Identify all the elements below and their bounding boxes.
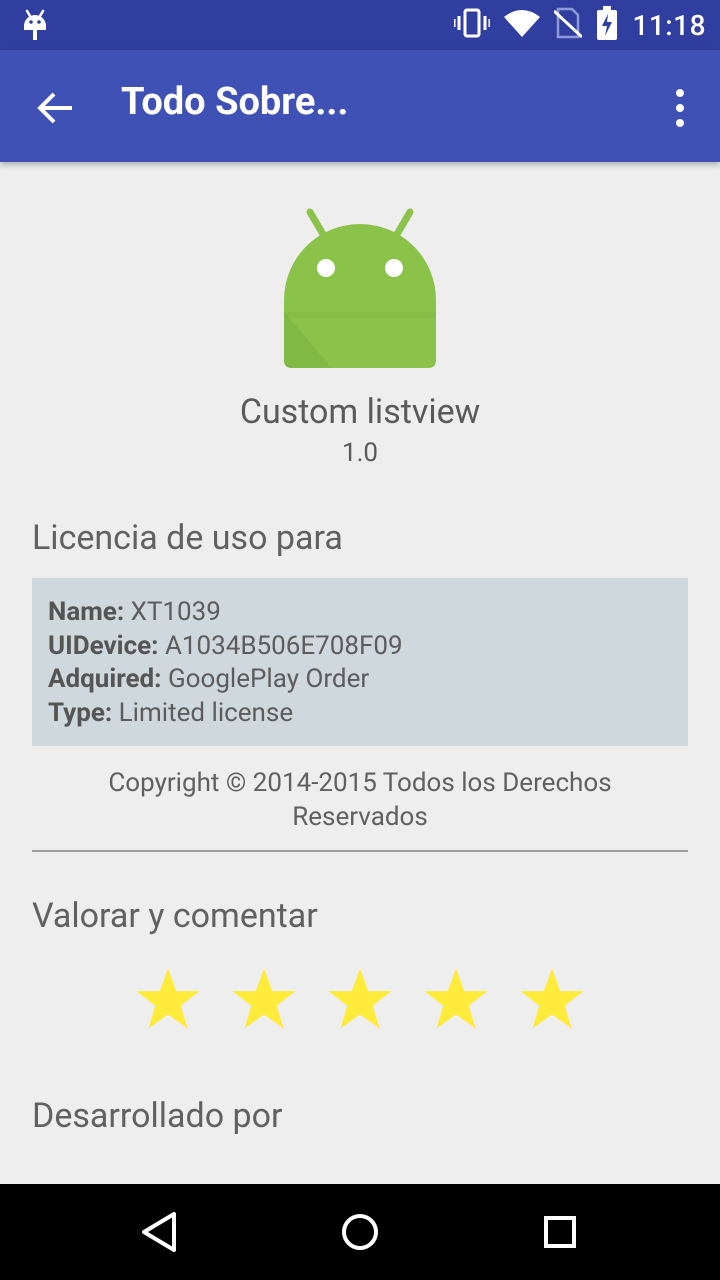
app-version: 1.0 (341, 438, 379, 468)
star-icon[interactable] (130, 962, 206, 1038)
no-sim-icon (553, 7, 584, 43)
about-content: Custom listview 1.0 Licencia de uso para… (0, 162, 720, 1184)
license-heading: Licencia de uso para (32, 518, 343, 558)
vibrate-icon (452, 8, 492, 42)
android-robot-icon (276, 204, 444, 372)
back-triangle-icon[interactable] (138, 1210, 182, 1254)
license-row: Name: XT1039 (48, 597, 221, 627)
star-icon[interactable] (514, 962, 590, 1038)
navigation-bar (0, 1184, 720, 1280)
star-icon[interactable] (418, 962, 494, 1038)
clock: 11:18 (632, 8, 706, 42)
android-debug-icon (20, 8, 50, 46)
more-vert-icon[interactable] (670, 86, 690, 130)
license-row: Adquired: GooglePlay Order (48, 664, 370, 694)
status-bar: 11:18 (0, 0, 720, 50)
wifi-icon (504, 9, 541, 41)
developer-heading: Desarrollado por (32, 1096, 283, 1136)
divider (32, 850, 688, 852)
license-box: Name: XT1039 UIDevice: A1034B506E708F09 … (32, 578, 688, 746)
arrow-back-icon[interactable] (34, 86, 78, 130)
home-circle-icon[interactable] (338, 1210, 382, 1254)
app-bar: Todo Sobre... (0, 50, 720, 162)
star-icon[interactable] (226, 962, 302, 1038)
battery-charging-icon (596, 6, 618, 44)
star-icon[interactable] (322, 962, 398, 1038)
recents-square-icon[interactable] (538, 1210, 582, 1254)
copyright-text: Copyright © 2014-2015 Todos los Derechos… (108, 768, 612, 832)
status-icons: 11:18 (452, 0, 706, 50)
license-row: UIDevice: A1034B506E708F09 (48, 630, 403, 661)
rating-bar[interactable] (130, 962, 590, 1038)
rating-heading: Valorar y comentar (32, 896, 318, 936)
license-row: Type: Limited license (48, 697, 294, 728)
toolbar-title: Todo Sobre... (121, 80, 349, 124)
app-name: Custom listview (239, 392, 481, 432)
